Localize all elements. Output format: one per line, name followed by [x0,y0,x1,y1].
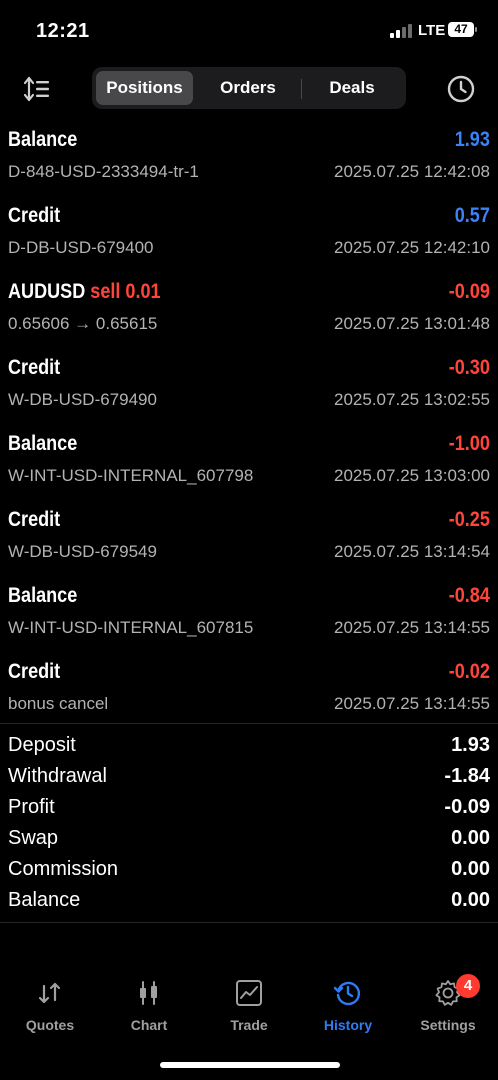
row-datetime: 2025.07.25 13:03:00 [334,466,490,485]
row-datetime: 2025.07.25 13:14:54 [334,542,490,561]
status-bar: 12:21 LTE 47 [0,0,498,60]
row-datetime: 2025.07.25 12:42:08 [334,162,490,181]
summary-value: -0.09 [444,796,490,818]
history-row[interactable]: AUDUSD sell 0.01 -0.09 0.65606 → 0.65615… [0,272,498,348]
row-amount: -0.84 [448,584,490,607]
tab-chart[interactable]: Chart [99,970,199,1040]
home-indicator[interactable] [160,1062,340,1068]
row-comment: W-DB-USD-679490 [8,390,157,409]
tab-label: Chart [130,1017,168,1033]
tab-settings[interactable]: 4 Settings [398,970,498,1040]
row-title: Balance [8,584,78,607]
trade-icon [234,978,264,1008]
row-comment: W-INT-USD-INTERNAL_607815 [8,618,254,637]
summary-bottom-divider [0,922,498,923]
history-row[interactable]: Credit -0.02 bonus cancel 2025.07.25 13:… [0,652,498,728]
chart-icon [134,978,164,1008]
tab-label: History [323,1017,373,1033]
row-title: Credit [8,660,61,683]
row-comment: W-INT-USD-INTERNAL_607798 [8,466,254,485]
row-datetime: 2025.07.25 12:42:10 [334,238,490,257]
summary-value: -1.84 [444,765,490,787]
history-row[interactable]: Balance 1.93 D-848-USD-2333494-tr-1 2025… [0,120,498,196]
row-amount: -0.30 [448,356,490,379]
quotes-icon [35,978,65,1008]
tab-orders[interactable]: Orders [196,71,300,105]
toolbar: Positions Orders Deals [0,66,498,112]
summary-row-profit: Profit -0.09 [0,796,498,827]
history-row[interactable]: Balance -0.84 W-INT-USD-INTERNAL_607815 … [0,576,498,652]
battery-icon: 47 [448,22,474,37]
tab-history[interactable]: History [298,970,398,1040]
history-row[interactable]: Credit -0.25 W-DB-USD-679549 2025.07.25 … [0,500,498,576]
tab-quotes[interactable]: Quotes [0,970,100,1040]
row-amount: -1.00 [448,432,490,455]
summary-row-deposit: Deposit 1.93 [0,734,498,765]
settings-badge: 4 [456,974,480,998]
summary-label: Profit [8,796,55,818]
summary-divider [0,723,498,724]
summary-label: Withdrawal [8,765,107,787]
summary-value: 0.00 [451,858,490,880]
history-row[interactable]: Balance -1.00 W-INT-USD-INTERNAL_607798 … [0,424,498,500]
row-title: Credit [8,356,61,379]
signal-icon [390,24,412,38]
row-datetime: 2025.07.25 13:02:55 [334,390,490,409]
row-amount: -0.02 [448,660,490,683]
row-comment: D-DB-USD-679400 [8,238,154,257]
row-amount: 0.57 [454,204,490,227]
row-title: Credit [8,204,61,227]
row-trade-type: sell 0.01 [90,280,161,303]
summary-row-swap: Swap 0.00 [0,827,498,858]
tab-trade[interactable]: Trade [199,970,299,1040]
summary-label: Commission [8,858,119,880]
row-price-range: 0.65606 → 0.65615 [8,314,158,333]
summary-row-balance: Balance 0.00 [0,889,498,920]
summary-label: Balance [8,889,81,911]
tab-label: Settings [420,1017,476,1033]
row-datetime: 2025.07.25 13:14:55 [334,694,490,713]
row-comment: W-DB-USD-679549 [8,542,157,561]
row-title: AUDUSD sell 0.01 [8,280,161,304]
summary-label: Deposit [8,734,76,756]
summary-label: Swap [8,827,59,849]
row-title: Credit [8,508,61,531]
status-time: 12:21 [36,20,90,42]
summary-value: 0.00 [451,889,490,911]
row-amount: 1.93 [454,128,490,151]
history-list: Balance 1.93 D-848-USD-2333494-tr-1 2025… [0,120,498,728]
row-comment: bonus cancel [8,694,109,713]
clock-icon[interactable] [444,72,478,106]
summary-section: Deposit 1.93 Withdrawal -1.84 Profit -0.… [0,734,498,920]
history-icon [333,978,363,1008]
row-amount: -0.25 [448,508,490,531]
history-row[interactable]: Credit 0.57 D-DB-USD-679400 2025.07.25 1… [0,196,498,272]
tab-positions[interactable]: Positions [96,71,193,105]
summary-value: 1.93 [451,734,490,756]
history-row[interactable]: Credit -0.30 W-DB-USD-679490 2025.07.25 … [0,348,498,424]
history-segmented-control: Positions Orders Deals [92,67,406,109]
row-amount: -0.09 [448,280,490,303]
row-comment: D-848-USD-2333494-tr-1 [8,162,199,181]
row-symbol: AUDUSD [8,280,86,303]
row-title: Balance [8,432,78,455]
row-title: Balance [8,128,78,151]
tab-label: Trade [230,1017,268,1033]
tab-label: Quotes [25,1017,75,1033]
battery-tip [475,27,477,32]
summary-row-withdrawal: Withdrawal -1.84 [0,765,498,796]
sort-icon[interactable] [20,74,54,104]
row-datetime: 2025.07.25 13:01:48 [334,314,490,333]
network-label: LTE [418,22,446,39]
row-datetime: 2025.07.25 13:14:55 [334,618,490,637]
bottom-tab-bar: Quotes Chart Trade History 4 Settings [0,970,498,1050]
summary-row-commission: Commission 0.00 [0,858,498,889]
tab-deals[interactable]: Deals [302,71,402,105]
summary-value: 0.00 [451,827,490,849]
